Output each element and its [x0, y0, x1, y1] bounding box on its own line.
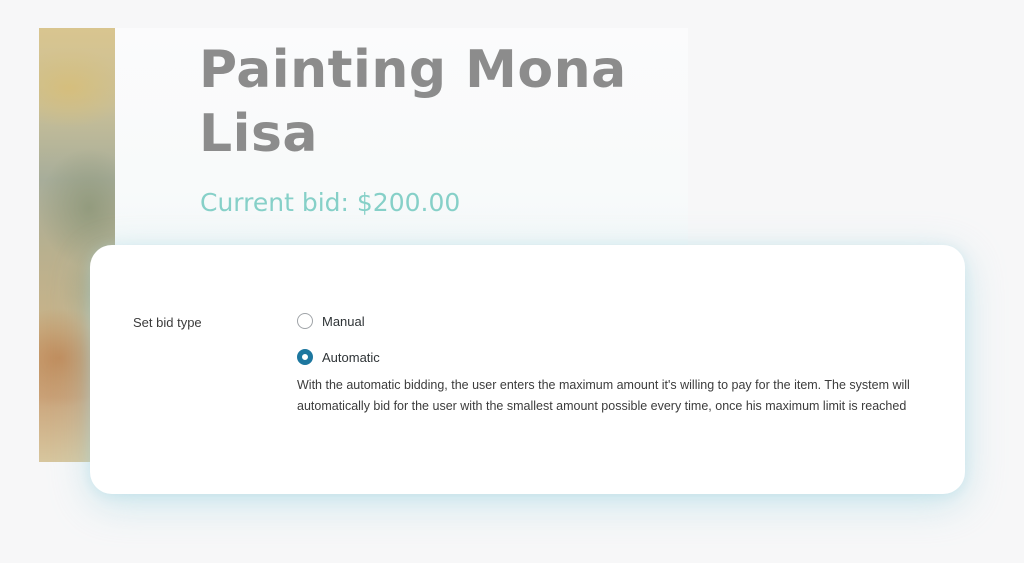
automatic-label[interactable]: Automatic: [322, 350, 380, 365]
bid-type-option-manual[interactable]: Manual: [297, 311, 927, 331]
bid-type-options: Manual Automatic With the automatic bidd…: [297, 311, 927, 416]
bid-type-option-automatic[interactable]: Automatic: [297, 347, 927, 367]
manual-radio[interactable]: [297, 313, 313, 329]
automatic-radio[interactable]: [297, 349, 313, 365]
product-title: Painting Mona Lisa: [199, 40, 627, 164]
manual-label[interactable]: Manual: [322, 314, 365, 329]
automatic-bid-description: With the automatic bidding, the user ent…: [297, 378, 910, 413]
current-bid: Current bid: $200.00: [200, 188, 461, 217]
bid-type-label: Set bid type: [133, 315, 202, 330]
bid-settings-card: Set bid type Manual Automatic With the a…: [90, 245, 965, 494]
